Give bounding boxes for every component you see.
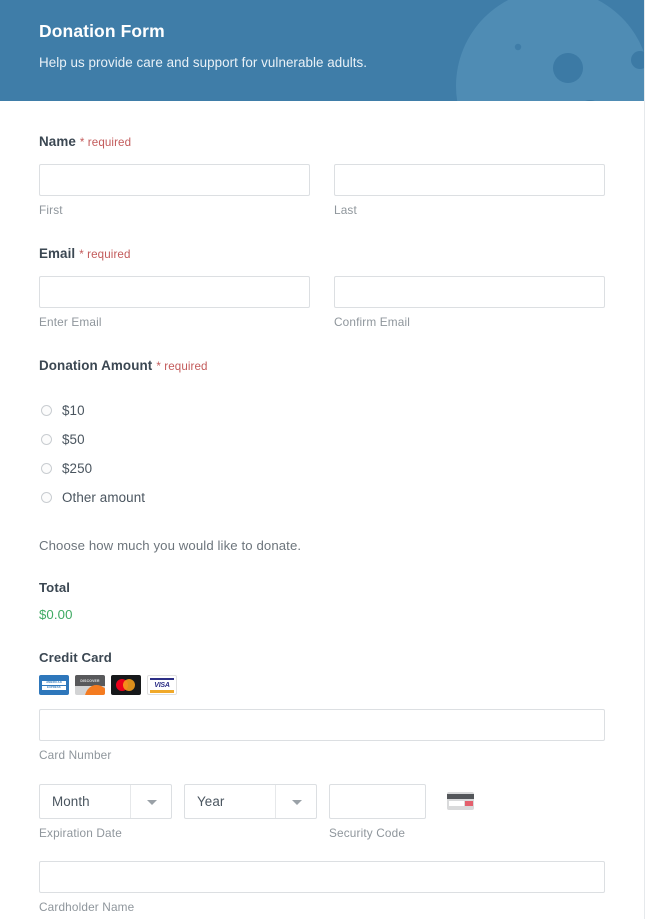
select-divider — [130, 785, 131, 818]
expiration-month-value: Month — [52, 794, 90, 809]
expiration-month-select[interactable]: Month — [39, 784, 172, 819]
radio-label-other: Other amount — [62, 490, 146, 505]
enter-email-sublabel: Enter Email — [39, 315, 102, 329]
name-label-row: Name * required — [39, 133, 605, 151]
donation-label-row: Donation Amount * required — [39, 357, 605, 375]
radio-label-10: $10 — [62, 403, 85, 418]
accepted-card-icons: AMERICAN EXPRESS DISCOVER VISA — [39, 675, 605, 695]
radio-label-50: $50 — [62, 432, 85, 447]
mastercard-icon — [111, 675, 141, 695]
radio-circle-icon[interactable] — [41, 434, 52, 445]
radio-label-250: $250 — [62, 461, 93, 476]
name-inputs-row: First Last — [39, 164, 605, 217]
name-field-group: Name * required First Last — [39, 133, 605, 217]
total-value: $0.00 — [39, 607, 73, 622]
email-inputs-row: Enter Email Confirm Email — [39, 276, 605, 329]
american-express-icon: AMERICAN EXPRESS — [39, 675, 69, 695]
email-required-mark: * required — [79, 248, 131, 261]
cardholder-name-col: Cardholder Name — [39, 861, 605, 914]
cardholder-name-input[interactable] — [39, 861, 605, 893]
card-number-input[interactable] — [39, 709, 605, 741]
card-number-sublabel: Card Number — [39, 748, 112, 762]
card-number-col: Card Number — [39, 709, 605, 762]
amex-text-line1: AMERICAN — [42, 680, 66, 685]
last-name-input[interactable] — [334, 164, 605, 196]
security-code-col: Security Code — [329, 784, 426, 840]
header-text-block: Donation Form Help us provide care and s… — [0, 0, 644, 70]
expiration-year-select[interactable]: Year — [184, 784, 317, 819]
email-label: Email — [39, 246, 76, 261]
radio-option-other[interactable]: Other amount — [39, 483, 605, 512]
visa-icon: VISA — [147, 675, 177, 695]
donation-amount-group: Donation Amount* required $10 $50 $250 — [39, 357, 605, 622]
security-code-sublabel: Security Code — [329, 826, 406, 840]
mastercard-yellow-circle — [123, 679, 135, 691]
form-header: Donation Form Help us provide care and s… — [0, 0, 644, 101]
radio-circle-icon[interactable] — [41, 492, 52, 503]
discover-text: DISCOVER — [80, 678, 100, 683]
last-name-col: Last — [334, 164, 605, 217]
amex-text-line2: EXPRESS — [42, 686, 66, 690]
cvv-code-box — [465, 801, 473, 806]
last-name-sublabel: Last — [334, 203, 357, 217]
radio-circle-icon[interactable] — [41, 405, 52, 416]
select-divider — [275, 785, 276, 818]
discover-icon: DISCOVER — [75, 675, 105, 695]
enter-email-input[interactable] — [39, 276, 310, 308]
name-label: Name — [39, 134, 76, 149]
confirm-email-col: Confirm Email — [334, 276, 605, 329]
credit-card-heading: Credit Card — [39, 650, 112, 665]
radio-option-250[interactable]: $250 — [39, 454, 605, 483]
radio-option-50[interactable]: $50 — [39, 425, 605, 454]
donation-help-text: Choose how much you would like to donate… — [39, 538, 302, 553]
total-label: Total — [39, 580, 71, 595]
chevron-down-icon[interactable] — [292, 799, 302, 805]
donation-amount-radio-list: $10 $50 $250 Other amount — [39, 396, 605, 512]
month-col: Month Expiration Date — [39, 784, 172, 840]
year-col: Year — [184, 784, 317, 819]
email-field-group: Email * required Enter Email Confirm Emai… — [39, 245, 605, 329]
form-title: Donation Form — [39, 21, 165, 41]
donation-amount-label: Donation Amount — [39, 358, 153, 373]
cvv-magnetic-stripe — [447, 794, 474, 799]
first-name-input[interactable] — [39, 164, 310, 196]
cardholder-name-sublabel: Cardholder Name — [39, 900, 135, 914]
name-required-mark: * required — [79, 136, 132, 149]
credit-card-group: Credit Card AMERICAN EXPRESS DISCOVER VI… — [39, 650, 605, 914]
email-label-row: Email * required — [39, 245, 605, 263]
enter-email-col: Enter Email — [39, 276, 310, 329]
cvv-signature-strip — [448, 801, 464, 806]
form-body: Name * required First Last Email * require… — [0, 133, 644, 919]
expiration-date-sublabel: Expiration Date — [39, 826, 122, 840]
first-name-col: First — [39, 164, 310, 217]
cvv-card-icon — [447, 792, 474, 810]
chevron-down-icon[interactable] — [147, 799, 157, 805]
first-name-sublabel: First — [39, 203, 63, 217]
expiration-year-value: Year — [197, 794, 225, 809]
expiration-row: Month Expiration Date Year Security Code — [39, 784, 605, 840]
radio-option-10[interactable]: $10 — [39, 396, 605, 425]
confirm-email-sublabel: Confirm Email — [334, 315, 411, 329]
donation-required-mark: * required — [156, 360, 208, 373]
donation-form-page: Donation Form Help us provide care and s… — [0, 0, 645, 919]
visa-bottom-stripe — [150, 690, 174, 693]
form-subtitle: Help us provide care and support for vul… — [39, 55, 368, 70]
confirm-email-input[interactable] — [334, 276, 605, 308]
security-code-input[interactable] — [329, 784, 426, 819]
radio-circle-icon[interactable] — [41, 463, 52, 474]
